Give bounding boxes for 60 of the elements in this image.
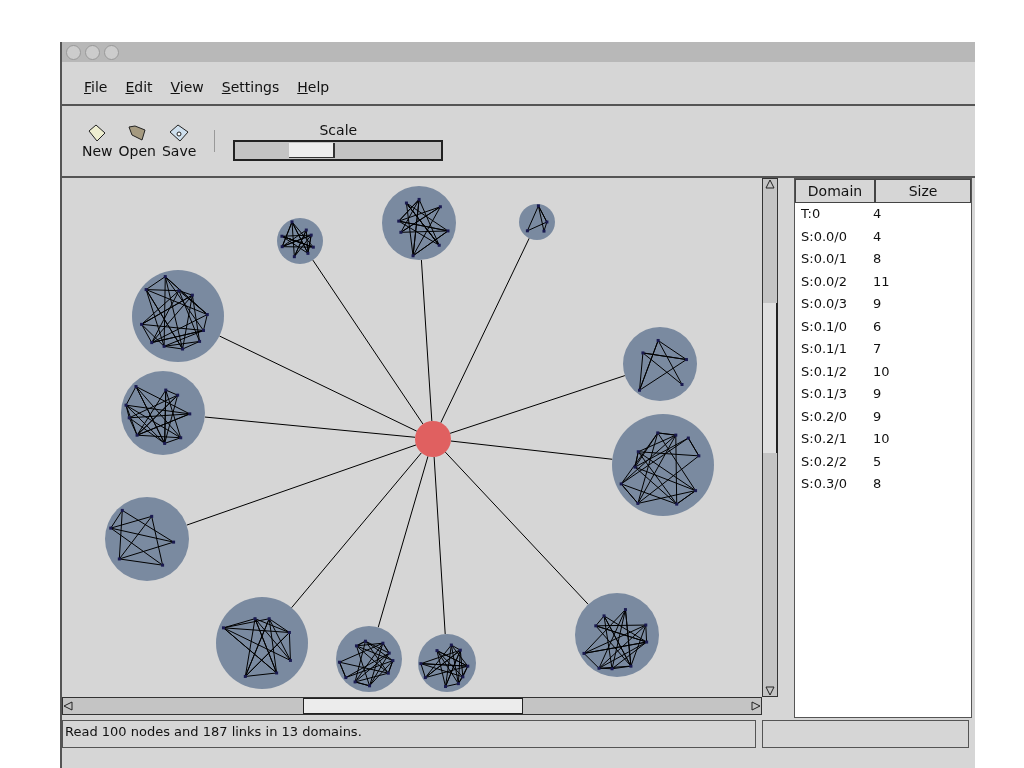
size-cell-text: 10 [873, 430, 890, 448]
status-text: Read 100 nodes and 187 links in 13 domains. [62, 720, 756, 748]
cluster-node[interactable] [623, 327, 697, 401]
cluster-node[interactable] [121, 371, 205, 455]
size-cell-text: 11 [873, 272, 890, 291]
domain-cell-text: S:0.0/0 [801, 227, 848, 246]
size-cell-text: 8 [873, 475, 882, 493]
domain-cell-text: S:0.2/0 [801, 407, 848, 426]
domain-cell-text: S:0.3/0 [801, 475, 848, 493]
left-arrow-icon[interactable] [63, 701, 73, 711]
menu-item[interactable]: View [170, 79, 204, 95]
domain-cell-text: S:0.0/3 [801, 295, 848, 313]
size-cell-text: 4 [873, 205, 882, 223]
menu-item[interactable]: Edit [125, 79, 153, 95]
cluster-node[interactable] [418, 634, 476, 692]
menu-item[interactable]: Settings [221, 79, 280, 95]
size-cell-text: 9 [873, 295, 882, 313]
domain-cell-text: S:0.1/2 [801, 362, 848, 381]
size-cell-text: 10 [873, 362, 890, 381]
menu-item[interactable]: Help [297, 79, 330, 95]
down-arrow-icon[interactable] [765, 686, 775, 696]
domain-cell-text: S:0.2/2 [801, 452, 848, 471]
size-cell-text: 9 [873, 385, 882, 403]
menu-item[interactable]: File [84, 79, 108, 95]
column-header[interactable]: Domain [795, 179, 875, 203]
cluster-node[interactable] [277, 218, 323, 264]
cluster-node[interactable] [382, 186, 456, 260]
cluster-node[interactable] [216, 597, 308, 689]
domain-cell-text: S:0.1/0 [801, 317, 848, 336]
column-header[interactable]: Size [875, 179, 971, 203]
domain-cell-text: S:0.0/2 [801, 272, 848, 291]
cluster-node[interactable] [105, 497, 189, 581]
domain-cell-text: S:0.0/1 [801, 250, 848, 268]
slider-label: Scale [319, 121, 358, 138]
domain-cell-text: T:0 [801, 205, 822, 223]
slider-thumb[interactable] [289, 142, 336, 158]
toolbar-button[interactable]: Open [116, 123, 158, 159]
domain-cell-text: S:0.2/1 [801, 430, 848, 448]
cluster-node[interactable] [575, 593, 659, 677]
domain-cell-text: S:0.1/3 [801, 385, 848, 403]
vertical-scrollbar[interactable] [762, 178, 778, 697]
cluster-node[interactable] [612, 414, 714, 516]
size-cell-text: 7 [873, 340, 882, 358]
size-cell-text: 9 [873, 407, 882, 426]
toolbar-button[interactable]: New [80, 123, 115, 159]
size-cell-text: 6 [873, 317, 882, 336]
up-arrow-icon[interactable] [765, 179, 775, 189]
domain-cell-text: S:0.1/1 [801, 340, 848, 358]
size-cell-text: 5 [873, 452, 882, 471]
scale-slider[interactable] [233, 139, 444, 161]
hub-node[interactable] [415, 421, 451, 457]
right-arrow-icon[interactable] [751, 701, 761, 711]
toolbar-button[interactable]: Save [159, 123, 199, 159]
cluster-node[interactable] [519, 204, 555, 240]
size-cell-text: 4 [873, 227, 882, 246]
horizontal-scrollbar[interactable] [62, 697, 762, 715]
cluster-node[interactable] [336, 626, 402, 692]
size-cell-text: 8 [873, 250, 882, 268]
folder-icon [126, 123, 149, 143]
cluster-node[interactable] [132, 270, 224, 362]
